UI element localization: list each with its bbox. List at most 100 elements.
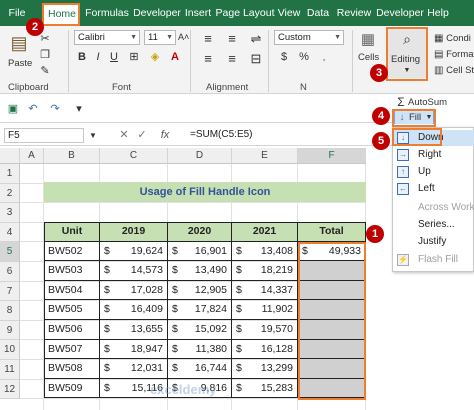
cells-icon[interactable]: ▦ [358, 30, 378, 50]
column-header-e[interactable]: E [232, 148, 298, 164]
unit-cell[interactable]: BW502 [44, 241, 100, 262]
value-cell[interactable]: $16,409 [100, 300, 168, 320]
menu-item-justify[interactable]: Justify [393, 234, 474, 250]
font-color-icon[interactable]: A [168, 50, 182, 64]
value-cell[interactable] [298, 300, 366, 320]
row-header-11[interactable]: 11 [0, 360, 20, 380]
menu-item-down[interactable]: ↓ Down [393, 130, 474, 146]
column-header-c[interactable]: C [100, 148, 168, 164]
value-cell[interactable]: $15,283 [232, 378, 298, 399]
name-box[interactable]: F5 [4, 128, 84, 143]
merge-icon[interactable]: ⊟ [246, 52, 266, 66]
row-header-1[interactable]: 1 [0, 164, 20, 184]
tab-formulas[interactable]: Formulas [84, 0, 130, 26]
value-cell[interactable]: $18,947 [100, 339, 168, 360]
row-header-6[interactable]: 6 [0, 262, 20, 282]
column-header-f[interactable]: F [298, 148, 366, 164]
sheet-title[interactable]: Usage of Fill Handle Icon [44, 182, 366, 202]
paste-button[interactable]: Paste [8, 58, 32, 69]
save-icon[interactable]: ▣ [6, 102, 20, 116]
tab-insert[interactable]: Insert [183, 0, 213, 26]
header-cell[interactable]: 2019 [100, 222, 168, 242]
menu-item-flash-fill[interactable]: ⚡ Flash Fill [393, 252, 474, 268]
format-as-table-button[interactable]: ▤ Format [434, 48, 474, 62]
value-cell[interactable] [298, 359, 366, 379]
tab-help[interactable]: Help [426, 0, 450, 26]
tab-developer-2[interactable]: Developer [375, 0, 425, 26]
number-format-combo[interactable]: Custom ▼ [274, 30, 344, 45]
value-cell[interactable] [298, 280, 366, 301]
header-cell[interactable]: 2021 [232, 222, 298, 242]
cell-styles-button[interactable]: ▥ Cell St [434, 64, 474, 78]
value-cell[interactable]: $18,219 [232, 261, 298, 281]
align-center-icon[interactable]: ≡ [222, 52, 242, 66]
undo-icon[interactable]: ↶ [26, 102, 40, 116]
row-header-2[interactable]: 2 [0, 183, 20, 204]
cancel-icon[interactable]: ✕ [118, 128, 130, 142]
value-cell[interactable]: $17,824 [168, 300, 232, 320]
redo-icon[interactable]: ↷ [48, 102, 62, 116]
value-cell[interactable]: $16,744 [168, 359, 232, 379]
unit-cell[interactable]: BW505 [44, 300, 100, 320]
value-cell[interactable]: $12,031 [100, 359, 168, 379]
value-cell[interactable]: $11,902 [232, 300, 298, 320]
font-name-combo[interactable]: Calibri ▼ [74, 30, 140, 45]
row-header-3[interactable]: 3 [0, 203, 20, 223]
unit-cell[interactable]: BW509 [44, 378, 100, 399]
value-cell[interactable]: $12,905 [168, 280, 232, 301]
underline-button[interactable]: U [108, 50, 120, 64]
value-cell[interactable]: $13,408 [232, 241, 298, 262]
percent-icon[interactable]: % [296, 50, 312, 64]
bold-button[interactable]: B [76, 50, 88, 64]
row-header-4[interactable]: 4 [0, 222, 20, 243]
value-cell[interactable]: $16,128 [232, 339, 298, 360]
tab-view[interactable]: View [276, 0, 302, 26]
grow-font-icon[interactable]: A˄ [178, 30, 189, 44]
menu-item-across-worksheets[interactable]: Across Worksh [393, 200, 474, 216]
value-cell[interactable]: $15,092 [168, 320, 232, 340]
value-cell[interactable]: $14,337 [232, 280, 298, 301]
value-cell[interactable]: $11,380 [168, 339, 232, 360]
value-cell[interactable]: $13,299 [232, 359, 298, 379]
name-box-dropdown-icon[interactable]: ▼ [88, 129, 98, 143]
row-header-7[interactable]: 7 [0, 281, 20, 302]
enter-icon[interactable]: ✓ [136, 128, 148, 142]
unit-cell[interactable]: BW507 [44, 339, 100, 360]
menu-item-series[interactable]: Series... [393, 217, 474, 233]
wrap-text-icon[interactable]: ⇌ [246, 32, 266, 46]
align-middle-icon[interactable]: ≡ [222, 32, 242, 46]
tab-data[interactable]: Data [304, 0, 332, 26]
unit-cell[interactable]: BW508 [44, 359, 100, 379]
value-cell[interactable]: $19,624 [100, 241, 168, 262]
format-painter-icon[interactable]: ✎ [38, 64, 52, 78]
value-cell[interactable]: $13,655 [100, 320, 168, 340]
menu-item-up[interactable]: ↑ Up [393, 164, 474, 180]
tab-review[interactable]: Review [334, 0, 374, 26]
tab-page-layout[interactable]: Page Layout [215, 0, 275, 26]
value-cell[interactable]: $14,573 [100, 261, 168, 281]
value-cell[interactable] [298, 261, 366, 281]
customize-qat-icon[interactable]: ▾ [72, 102, 86, 116]
conditional-formatting-button[interactable]: ▦ Condi [434, 32, 471, 46]
row-header-8[interactable]: 8 [0, 301, 20, 321]
column-header-b[interactable]: B [44, 148, 100, 164]
editing-button[interactable]: ⌕ Editing ▼ [388, 28, 426, 78]
row-header-5[interactable]: 5 [0, 242, 20, 262]
row-header-10[interactable]: 10 [0, 340, 20, 360]
fill-button[interactable]: ↓ Fill ▼ [394, 110, 434, 125]
copy-icon[interactable]: ❐ [38, 48, 52, 62]
align-top-icon[interactable]: ≡ [198, 32, 218, 46]
tab-developer[interactable]: Developer [132, 0, 182, 26]
unit-cell[interactable]: BW506 [44, 320, 100, 340]
paste-icon[interactable]: ▤ [6, 30, 32, 56]
row-header-9[interactable]: 9 [0, 320, 20, 341]
value-cell[interactable]: $16,901 [168, 241, 232, 262]
unit-cell[interactable]: BW504 [44, 280, 100, 301]
formula-input[interactable]: =SUM(C5:E5) [190, 129, 253, 140]
comma-style-icon[interactable]: , [316, 50, 332, 64]
align-left-icon[interactable]: ≡ [198, 52, 218, 66]
row-header-12[interactable]: 12 [0, 379, 20, 400]
select-all-corner[interactable] [0, 148, 20, 164]
value-cell[interactable] [298, 339, 366, 360]
value-cell[interactable]: $17,028 [100, 280, 168, 301]
